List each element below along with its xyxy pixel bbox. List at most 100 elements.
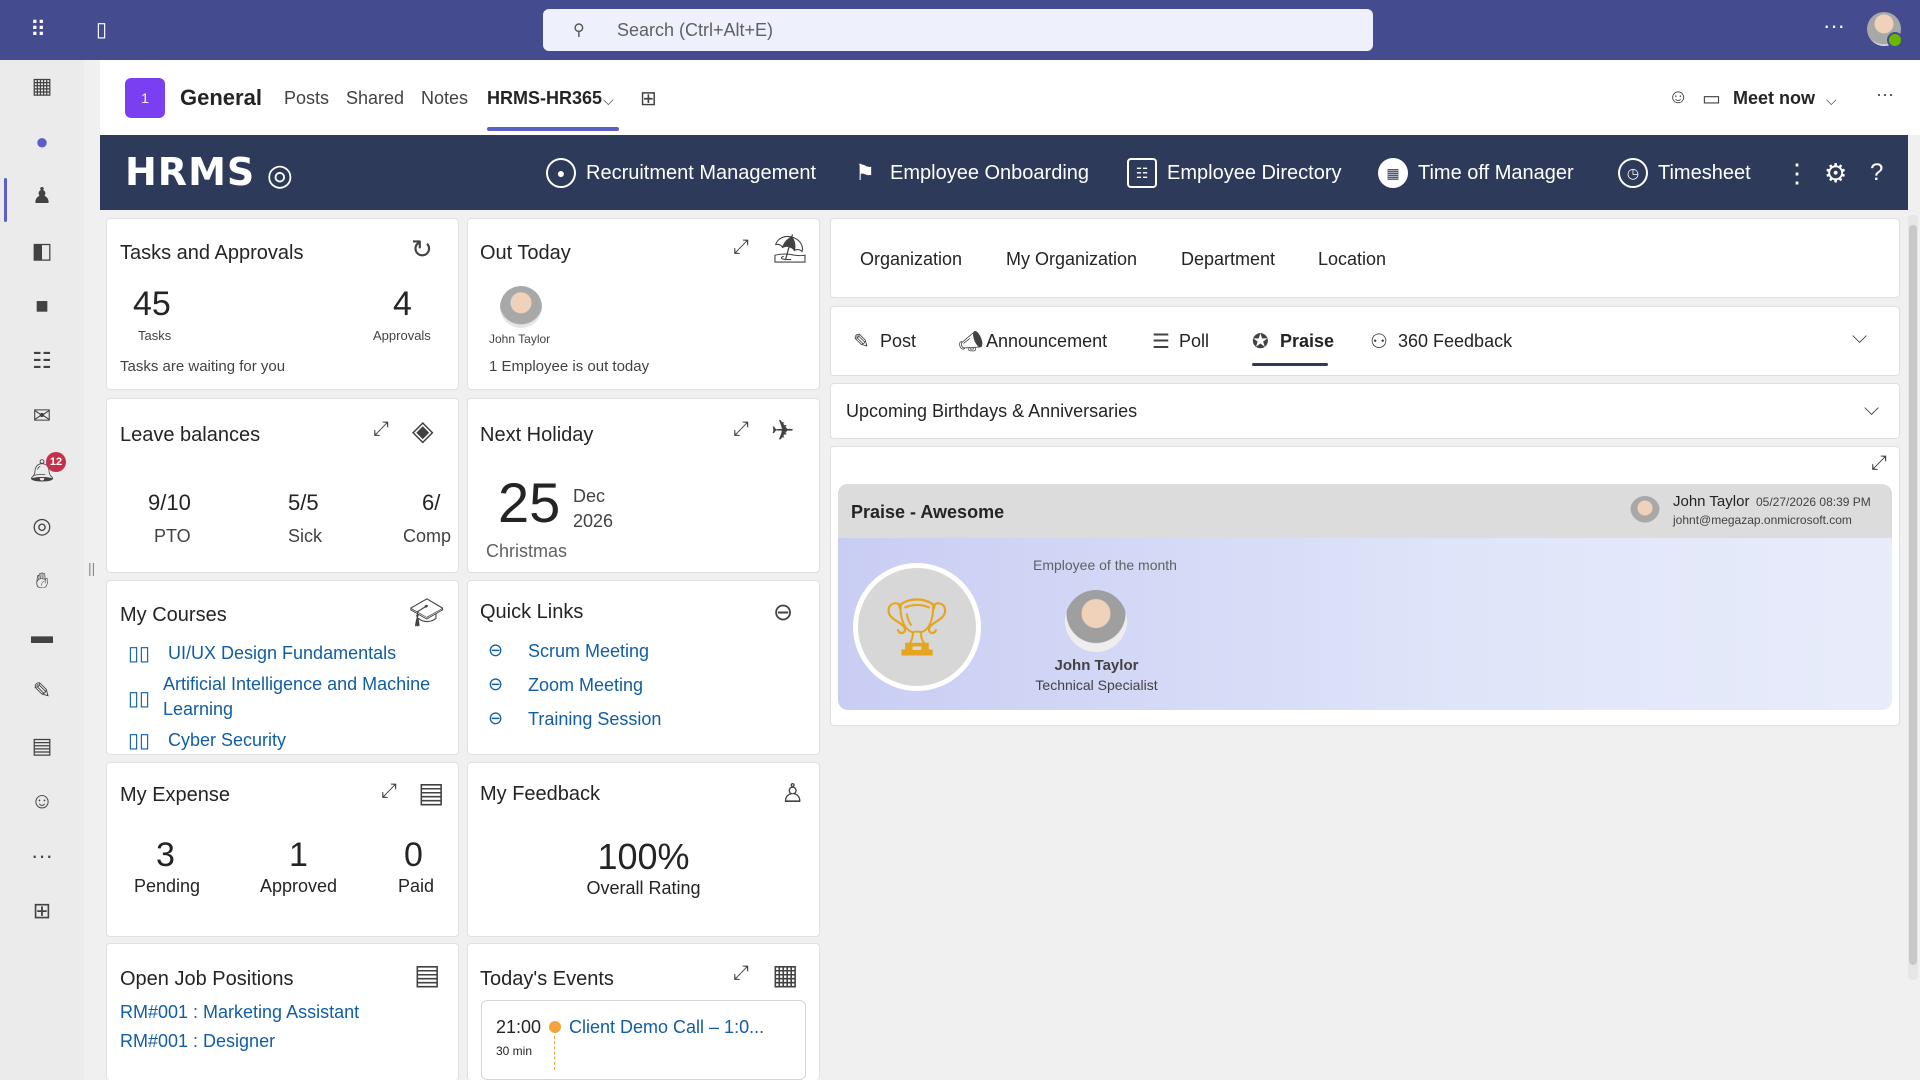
chevron-down-icon[interactable]: ⌵ [1864,398,1879,421]
nav-more-icon[interactable]: ⋮ [1784,158,1810,188]
course-link-cyber[interactable]: Cyber Security [168,730,286,751]
tasks-count[interactable]: 45 [133,285,171,324]
expense-approved-label: Approved [260,876,338,896]
course-link-ai[interactable]: Artificial Intelligence and Machine [163,674,430,695]
settings-gear-icon[interactable]: ⚙ [1824,158,1847,188]
link-icon: ⊖ [488,674,504,694]
sidebar-toggle-icon[interactable]: ▯ [96,16,107,44]
table-icon[interactable]: ☷ [28,347,56,375]
app-icon-1[interactable]: ■ [28,292,56,320]
more-options-icon[interactable]: ··· [1823,12,1845,40]
more-apps-icon[interactable]: ··· [28,842,56,870]
nav-timeoff[interactable]: ▦ Time off Manager [1378,158,1574,188]
nav-directory[interactable]: ☷ Employee Directory [1127,158,1342,188]
nav-timesheet[interactable]: ◷ Timesheet [1618,158,1751,188]
tab-poll[interactable]: Poll [1179,331,1209,352]
quicklink-scrum[interactable]: Scrum Meeting [528,641,649,662]
link-icon: ⊖ [773,599,794,626]
nav-recruitment[interactable]: ● Recruitment Management [546,158,816,188]
job-link-designer[interactable]: RM#001 : Designer [120,1031,275,1052]
chevron-down-icon[interactable]: ⌵ [1852,326,1867,349]
event-duration: 30 min [496,1044,533,1058]
tab-organization[interactable]: Organization [860,249,962,270]
tab-post[interactable]: Post [880,331,916,352]
tab-location[interactable]: Location [1318,249,1386,270]
tab-announcement[interactable]: Announcement [986,331,1107,352]
chevron-down-icon[interactable]: ⌵ [603,92,614,109]
hand-icon[interactable]: ✋︎ [28,567,56,595]
feedback-card-title: My Feedback [480,783,601,805]
add-tab-icon[interactable]: ⊞ [640,86,657,111]
tab-praise[interactable]: Praise [1280,331,1334,352]
approvals-count[interactable]: 4 [393,285,412,324]
quicklink-training[interactable]: Training Session [528,709,661,730]
meet-now-button[interactable]: Meet now [1733,88,1815,109]
praise-author-email: johnt@megazap.onmicrosoft.com [1673,513,1852,527]
book-icon: ▯▯ [128,643,151,665]
expand-icon[interactable]: ⤢ [733,962,749,985]
leave-comp-label: Comp [403,526,452,546]
layers-icon: ◈ [412,415,434,446]
tab-posts[interactable]: Posts [284,88,329,109]
copilot-icon[interactable]: ◎ [28,512,56,540]
edit-icon: ✎ [853,331,870,353]
search-input[interactable]: ⚲ Search (Ctrl+Alt+E) [543,9,1373,51]
tab-my-organization[interactable]: My Organization [1006,249,1137,270]
event-item[interactable] [481,1000,806,1080]
help-icon[interactable]: ? [1870,158,1883,188]
link-icon: ⊖ [488,708,504,728]
expense-pending-value: 3 [156,836,175,874]
praise-author-name: John Taylor [1673,493,1750,510]
board-icon[interactable]: ▬ [28,622,56,650]
search-placeholder: Search (Ctrl+Alt+E) [617,19,774,40]
app-launcher-icon[interactable]: ⠿ [30,16,46,44]
conversation-icon[interactable]: ☺ [1668,86,1688,109]
praise-title: Praise - Awesome [851,502,1005,522]
refresh-icon[interactable]: ↻ [411,234,433,265]
expand-icon[interactable]: ⤢ [1871,452,1887,475]
user-avatar[interactable] [1867,12,1903,48]
event-title-link[interactable]: Client Demo Call – 1:0... [569,1017,764,1038]
tab-department[interactable]: Department [1181,249,1275,270]
nav-onboarding[interactable]: ⚑ Employee Onboarding [850,158,1089,188]
tab-360-feedback[interactable]: 360 Feedback [1398,331,1512,352]
expand-icon[interactable]: ⤢ [373,418,389,441]
pane-resize-handle[interactable]: || [88,560,95,576]
calendar-icon[interactable]: ▦ [28,72,56,100]
out-person-avatar[interactable] [500,286,542,328]
tab-notes[interactable]: Notes [421,88,468,109]
help-bubble-icon[interactable]: ☺ [28,787,56,815]
channel-more-icon[interactable]: ··· [1876,84,1894,105]
person-star-icon: ♙ [781,778,805,808]
expense-card-title: My Expense [120,784,231,806]
scrollbar-thumb[interactable] [1909,225,1917,965]
tab-shared[interactable]: Shared [346,88,404,109]
tasks-label: Tasks [138,328,172,343]
mail-icon[interactable]: ✉ [28,402,56,430]
expand-icon[interactable]: ⤢ [733,418,749,441]
video-icon[interactable]: ▭ [1702,86,1721,111]
leave-items: 9/10 PTO 5/5 Sick 6/ Comp [106,490,459,560]
expand-icon[interactable]: ⤢ [381,780,397,803]
teams-icon[interactable]: ♟ [28,182,56,210]
tab-hrms-hr365[interactable]: HRMS-HR365 [487,88,602,109]
add-app-icon[interactable]: ⊞ [28,897,56,925]
course-link-ai-line2[interactable]: Learning [163,699,233,720]
apps-icon[interactable]: ◧ [28,237,56,265]
course-link-uiux[interactable]: UI/UX Design Fundamentals [168,643,396,664]
praise-subtitle: Employee of the month [1033,557,1177,573]
pin-icon[interactable]: ✎ [28,677,56,705]
meet-chevron-icon[interactable]: ⌵ [1826,92,1837,109]
left-rail: ▦ ● ♟ ◧ ■ ☷ ✉ 🔔︎ ◎ ✋︎ ▬ ✎ ▤ ☺ ··· ⊞ [0,60,84,1080]
expand-icon[interactable]: ⤢ [733,236,749,259]
channel-title: General [180,85,262,110]
chat-icon[interactable]: ● [28,128,56,156]
job-link-marketing[interactable]: RM#001 : Marketing Assistant [120,1002,359,1023]
page-scrollbar[interactable] [1908,215,1918,980]
expense-approved-value: 1 [289,836,308,874]
schedule-icon[interactable]: ▤ [28,732,56,760]
plane-icon: ✈ [771,415,795,446]
presence-status-icon [1887,32,1903,48]
quicklink-zoom[interactable]: Zoom Meeting [528,675,643,696]
beach-icon: ⛱ [772,233,808,264]
